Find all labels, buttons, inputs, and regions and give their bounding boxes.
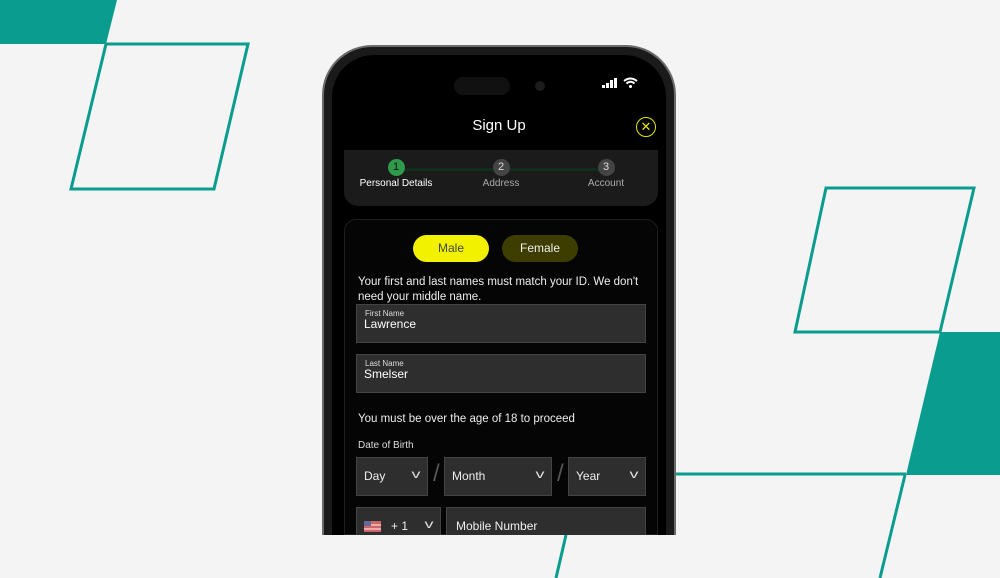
- teal-line: [554, 534, 568, 578]
- chevron-down-icon: v: [629, 467, 639, 481]
- mobile-number-placeholder: Mobile Number: [456, 519, 538, 533]
- step-address: 2 Address: [451, 159, 551, 189]
- us-flag-icon: [364, 521, 381, 532]
- teal-line: [878, 474, 907, 578]
- close-icon: ✕: [640, 119, 652, 134]
- date-separator: /: [557, 460, 564, 487]
- camera: [535, 81, 545, 91]
- male-button[interactable]: Male: [413, 235, 489, 262]
- age-notice: You must be over the age of 18 to procee…: [358, 413, 575, 425]
- last-name-field[interactable]: Last Name Smelser: [356, 354, 646, 393]
- close-button[interactable]: ✕: [636, 117, 656, 137]
- year-value: Year: [576, 469, 601, 483]
- step-number: 3: [597, 159, 615, 176]
- personal-details-form: Male Female Your first and last names mu…: [344, 219, 658, 535]
- country-code-value: + 1: [391, 519, 409, 533]
- phone-screen: Sign Up ✕ 1 Personal Details 2 Address 3…: [332, 55, 666, 535]
- step-personal-details: 1 Personal Details: [346, 159, 446, 189]
- first-name-value: Lawrence: [364, 317, 417, 331]
- dynamic-island: [454, 77, 510, 95]
- step-label: Personal Details: [359, 178, 433, 189]
- day-value: Day: [364, 469, 386, 483]
- step-number: 2: [492, 159, 510, 176]
- chevron-down-icon: v: [535, 467, 545, 481]
- year-select[interactable]: Year v: [568, 457, 646, 496]
- female-button[interactable]: Female: [502, 235, 578, 262]
- step-number: 1: [387, 159, 405, 176]
- chevron-down-icon: v: [424, 517, 434, 531]
- signal-icon: [602, 77, 617, 88]
- day-select[interactable]: Day v: [356, 457, 428, 496]
- step-label: Address: [482, 178, 520, 189]
- country-code-select[interactable]: + 1 v: [356, 507, 441, 535]
- last-name-value: Smelser: [364, 367, 409, 381]
- step-label: Account: [587, 178, 625, 189]
- mobile-number-input[interactable]: Mobile Number: [446, 507, 646, 535]
- date-separator: /: [433, 460, 440, 487]
- phone-frame: Sign Up ✕ 1 Personal Details 2 Address 3…: [322, 45, 676, 535]
- wifi-icon: [623, 77, 638, 88]
- month-value: Month: [452, 469, 486, 483]
- dob-label: Date of Birth: [358, 440, 414, 451]
- teal-block-top-left: [0, 0, 117, 44]
- name-info-text: Your first and last names must match you…: [358, 276, 639, 303]
- teal-block-right: [906, 332, 1000, 475]
- step-account: 3 Account: [556, 159, 656, 189]
- teal-outline-top-left: [69, 42, 250, 191]
- page-title: Sign Up: [472, 117, 526, 134]
- status-bar: [602, 77, 638, 88]
- first-name-field[interactable]: First Name Lawrence: [356, 304, 646, 343]
- teal-outline-right: [793, 186, 976, 334]
- progress-stepper: 1 Personal Details 2 Address 3 Account: [344, 150, 658, 206]
- month-select[interactable]: Month v: [444, 457, 552, 496]
- chevron-down-icon: v: [411, 467, 421, 481]
